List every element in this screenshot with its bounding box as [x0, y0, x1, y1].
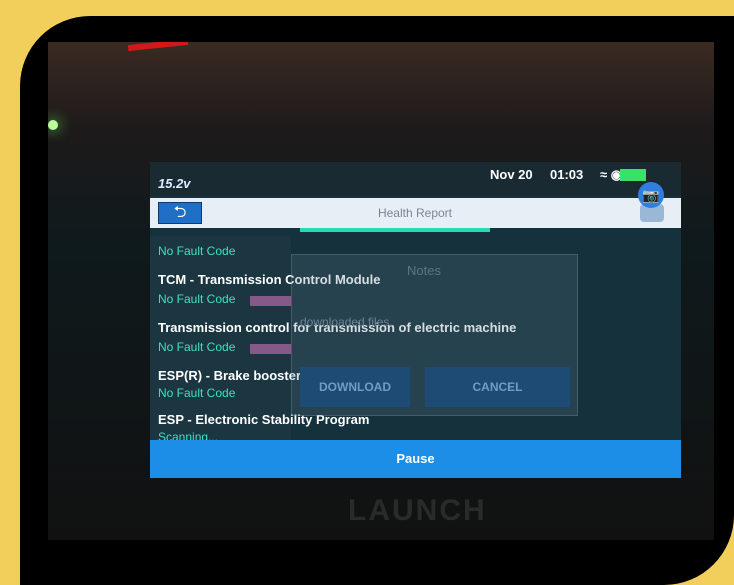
- scan-line: [250, 296, 291, 306]
- status-bar: 15.2v Nov 20 01:03 ≈ ◉: [150, 162, 681, 196]
- module-list: No Fault Code TCM - Transmission Control…: [150, 236, 516, 446]
- wifi-icon: ≈ ◉: [600, 167, 623, 182]
- voltage-readout: 15.2v: [158, 176, 191, 191]
- module-name[interactable]: ESP(R) - Brake booster: [158, 368, 301, 383]
- back-button[interactable]: ⮌: [158, 202, 202, 224]
- camera-icon[interactable]: 📷: [638, 182, 664, 208]
- device-brand: LAUNCH: [348, 494, 487, 527]
- title-bar: ⮌ Health Report: [150, 198, 681, 228]
- module-status: No Fault Code: [158, 244, 236, 258]
- page-title: Health Report: [377, 206, 453, 220]
- scan-progress: [300, 228, 490, 232]
- dialog-message: downloaded files.: [300, 315, 393, 329]
- notes-dialog: Notes downloaded files. DOWNLOAD CANCEL: [291, 254, 578, 416]
- cancel-button[interactable]: CANCEL: [425, 367, 570, 407]
- pause-button[interactable]: Pause: [150, 440, 681, 478]
- module-status: No Fault Code: [158, 340, 236, 354]
- dialog-title: Notes: [407, 263, 441, 278]
- green-led: [48, 120, 58, 130]
- download-button[interactable]: DOWNLOAD: [300, 367, 410, 407]
- module-status: No Fault Code: [158, 292, 236, 306]
- red-cable: [127, 42, 189, 52]
- scan-line: [250, 344, 291, 354]
- battery-icon: [620, 169, 646, 181]
- status-time: 01:03: [550, 167, 584, 182]
- status-date: Nov 20: [490, 167, 533, 182]
- tablet-screen: 15.2v Nov 20 01:03 ≈ ◉ ⮌ Health Report 📷…: [150, 162, 681, 478]
- module-status: No Fault Code: [158, 386, 236, 400]
